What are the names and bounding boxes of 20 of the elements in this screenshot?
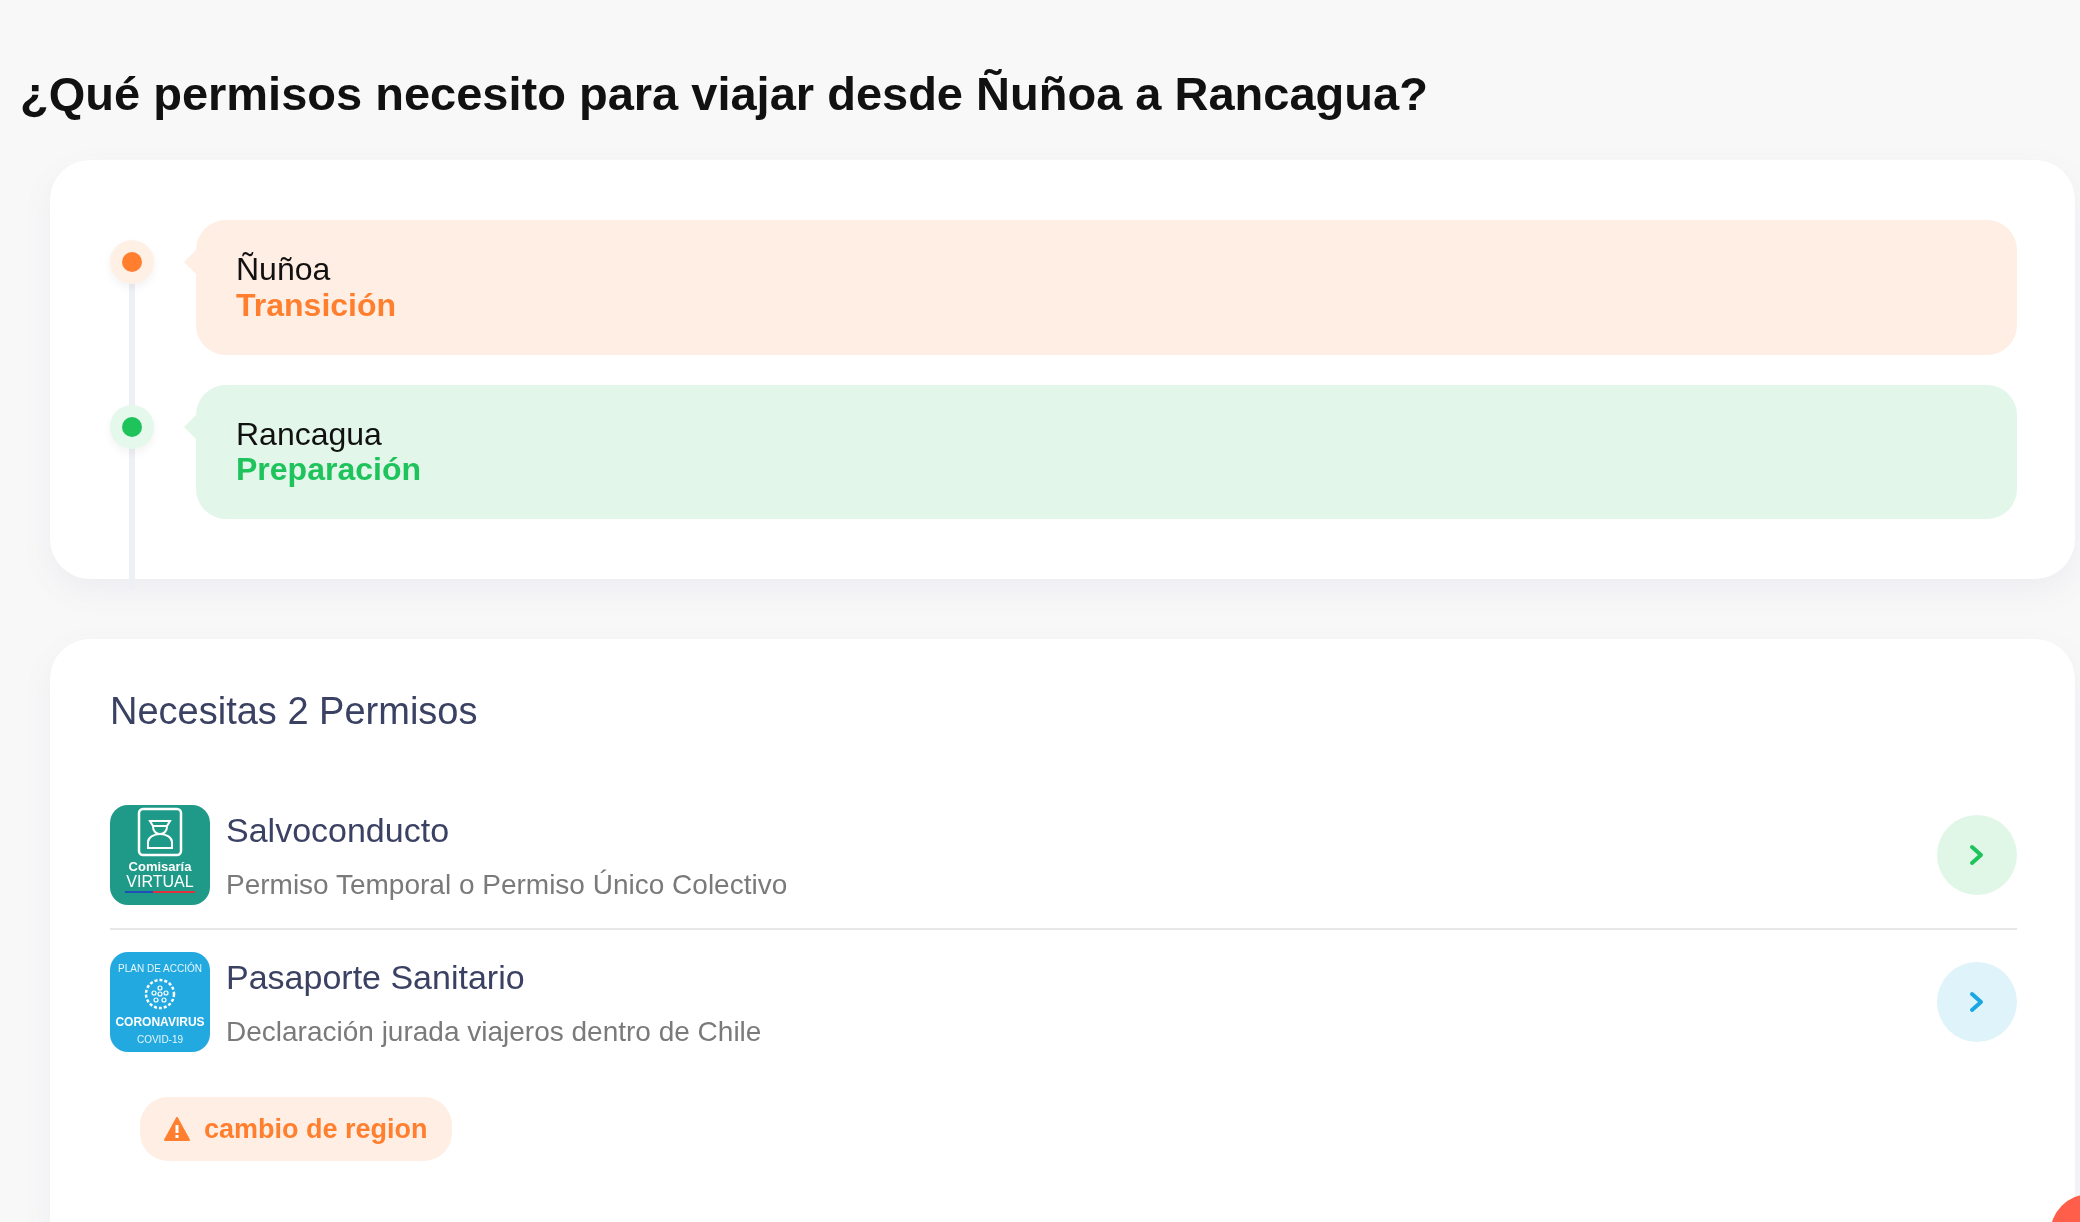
place-name: Rancagua	[236, 416, 383, 452]
permit-description: Permiso Temporal o Permiso Único Colectivo	[226, 867, 789, 902]
logo-text: CORONAVIRUS	[115, 1015, 205, 1030]
logo-text: Comisaría	[128, 859, 192, 875]
officer-icon	[137, 808, 183, 857]
page-title: ¿Qué permisos necesito para viajar desde Ñuñoa a Rancagua?	[20, 66, 1429, 122]
permit-title: Pasaporte Sanitario	[226, 956, 526, 998]
warning-badge: cambio de region	[140, 1096, 452, 1162]
flag-stripe	[125, 891, 195, 894]
phase-label: Transición	[236, 287, 398, 323]
virus-icon	[144, 979, 176, 1010]
logo-text: VIRTUAL	[126, 873, 194, 891]
warning-icon	[164, 1117, 190, 1141]
logo-text: COVID-19	[136, 1034, 184, 1046]
phase-label: Preparación	[236, 451, 422, 488]
place-name: Ñuñoa	[236, 252, 332, 288]
permits-heading: Necesitas 2 Permisos	[110, 689, 479, 735]
permit-description: Declaración jurada viajeros dentro de Chile	[226, 1014, 763, 1049]
logo-text: PLAN DE ACCIÓN	[118, 963, 202, 975]
permit-title: Salvoconducto	[226, 809, 451, 851]
